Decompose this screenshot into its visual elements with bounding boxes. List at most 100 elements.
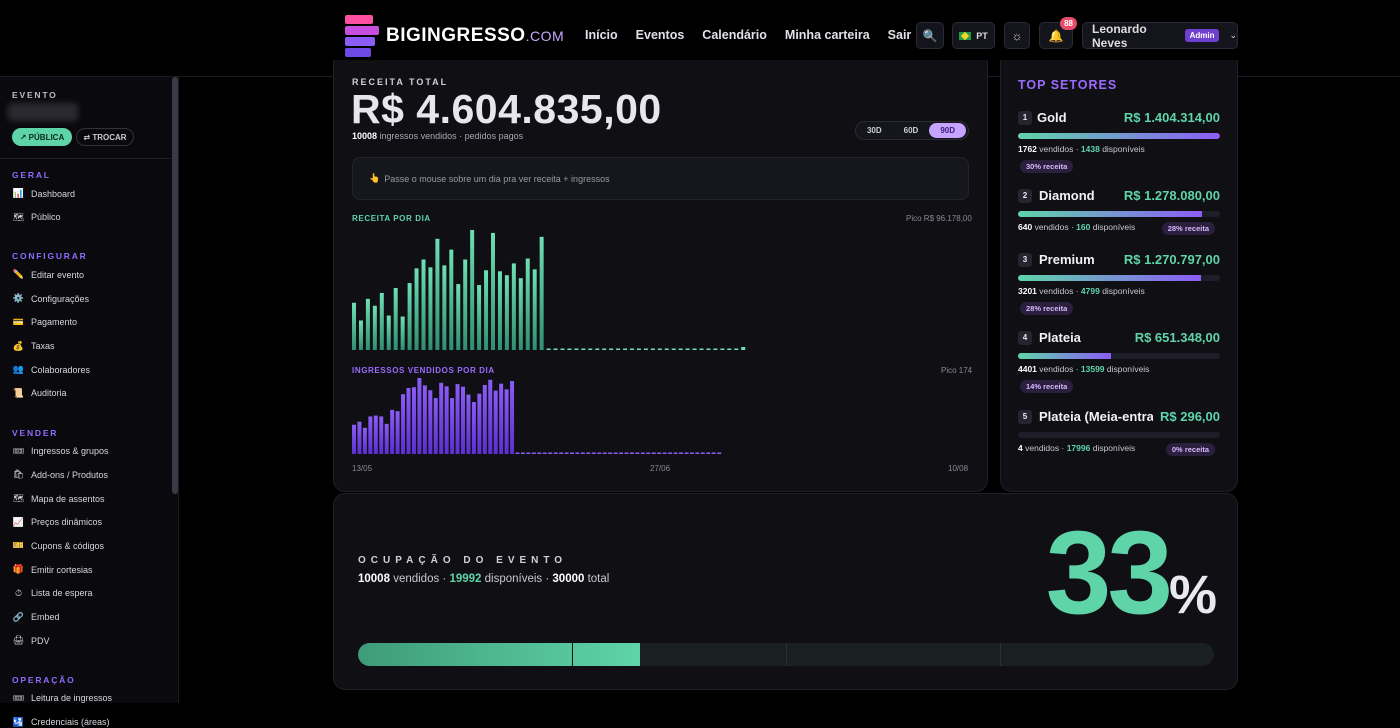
revenue-bar[interactable] [532, 269, 537, 350]
revenue-bar[interactable] [692, 348, 697, 351]
tickets-bar[interactable] [461, 386, 465, 454]
revenue-bar[interactable] [414, 268, 419, 350]
revenue-bar-chart[interactable] [352, 228, 970, 352]
tickets-bar[interactable] [619, 452, 624, 455]
tickets-bar[interactable] [668, 452, 673, 455]
revenue-bar[interactable] [435, 238, 440, 350]
sidebar-item[interactable]: 💰 Taxas [12, 341, 55, 352]
tickets-bar[interactable] [559, 452, 564, 455]
tickets-bar[interactable] [591, 452, 596, 455]
tickets-bar[interactable] [439, 382, 444, 454]
sidebar-item[interactable]: 🎫 Cupons & códigos [12, 540, 104, 551]
revenue-bar[interactable] [664, 348, 669, 351]
range-60d[interactable]: 60D [893, 126, 930, 135]
tickets-bar[interactable] [717, 452, 722, 455]
tickets-bar[interactable] [504, 389, 509, 454]
tickets-bar[interactable] [586, 452, 591, 455]
tickets-bar[interactable] [548, 452, 553, 455]
tickets-bar[interactable] [695, 452, 700, 455]
tickets-bar[interactable] [406, 388, 411, 454]
tickets-bar[interactable] [384, 423, 389, 454]
revenue-bar[interactable] [567, 348, 572, 351]
range-30d[interactable]: 30D [856, 126, 893, 135]
tickets-bar[interactable] [482, 384, 487, 454]
revenue-bar[interactable] [352, 302, 356, 350]
tickets-bar[interactable] [651, 452, 656, 455]
theme-toggle[interactable]: ☼ [1004, 22, 1030, 49]
nav-calendario[interactable]: Calendário [702, 28, 767, 42]
sidebar-item[interactable]: 🗺 Público [12, 212, 61, 223]
tickets-bar[interactable] [575, 452, 580, 455]
tickets-bar[interactable] [362, 427, 367, 454]
tickets-bar[interactable] [602, 452, 607, 455]
revenue-bar[interactable] [546, 348, 551, 351]
revenue-bar[interactable] [539, 236, 544, 350]
revenue-bar[interactable] [358, 320, 363, 350]
tickets-bar[interactable] [531, 452, 536, 455]
revenue-bar[interactable] [699, 348, 704, 351]
tickets-bar[interactable] [537, 452, 542, 455]
revenue-bar[interactable] [678, 348, 683, 351]
tickets-bar[interactable] [613, 452, 618, 455]
nav-eventos[interactable]: Eventos [636, 28, 685, 42]
sidebar-item[interactable]: 🖨 PDV [12, 635, 50, 646]
revenue-bar[interactable] [602, 348, 607, 351]
tickets-bar[interactable] [662, 452, 667, 455]
tickets-bar[interactable] [515, 452, 520, 455]
brand-logo[interactable]: BIGINGRESSO.COM [345, 15, 564, 57]
tickets-bar[interactable] [580, 452, 585, 455]
revenue-bar[interactable] [553, 348, 558, 351]
tickets-bar[interactable] [395, 411, 400, 454]
tickets-bar[interactable] [390, 409, 395, 454]
revenue-bar[interactable] [477, 285, 482, 350]
revenue-bar[interactable] [393, 288, 398, 350]
language-button[interactable]: PT [952, 22, 995, 49]
revenue-bar[interactable] [581, 348, 586, 351]
tickets-bar[interactable] [450, 398, 455, 454]
revenue-bar[interactable] [372, 305, 377, 350]
range-90d[interactable]: 90D [929, 123, 967, 138]
revenue-bar[interactable] [706, 348, 711, 351]
revenue-bar[interactable] [518, 278, 523, 350]
sidebar-item[interactable]: 🎁 Emitir cortesias [12, 564, 93, 575]
tickets-bar[interactable] [597, 452, 602, 455]
revenue-bar[interactable] [671, 348, 676, 351]
tickets-bar[interactable] [510, 381, 515, 454]
nav-inicio[interactable]: Início [585, 28, 618, 42]
tickets-bar-chart[interactable] [352, 378, 970, 456]
revenue-bar[interactable] [456, 284, 461, 350]
tickets-bar[interactable] [635, 452, 640, 455]
revenue-bar[interactable] [595, 348, 600, 351]
publica-button[interactable]: ↗ PÚBLICA [12, 128, 72, 146]
tickets-bar[interactable] [679, 452, 683, 455]
tickets-bar[interactable] [455, 384, 460, 454]
revenue-bar[interactable] [421, 259, 426, 350]
tickets-bar[interactable] [542, 452, 547, 455]
sidebar-item[interactable]: 🛍 Add-ons / Produtos [12, 469, 108, 480]
notifications-button[interactable]: 🔔 88 [1039, 17, 1077, 49]
revenue-bar[interactable] [497, 271, 502, 350]
tickets-bar[interactable] [570, 452, 574, 455]
sidebar-item[interactable]: 📜 Auditoria [12, 388, 67, 399]
revenue-bar[interactable] [400, 316, 405, 350]
tickets-bar[interactable] [706, 452, 711, 455]
sidebar-item[interactable]: ✏️ Editar evento [12, 269, 84, 280]
tickets-bar[interactable] [646, 452, 651, 455]
revenue-bar[interactable] [511, 263, 516, 350]
tickets-bar[interactable] [488, 379, 493, 454]
sidebar-item[interactable]: 📊 Dashboard [12, 188, 75, 199]
tickets-bar[interactable] [689, 452, 694, 455]
tickets-bar[interactable] [640, 452, 645, 455]
user-menu[interactable]: Leonardo Neves Admin ⌄ [1082, 22, 1238, 50]
tickets-bar[interactable] [493, 390, 498, 454]
sidebar-item[interactable]: ⏱ Lista de espera [12, 588, 93, 599]
tickets-bar[interactable] [673, 452, 678, 455]
sidebar-item[interactable]: 🎟 Leitura de ingressos [12, 693, 112, 704]
revenue-bar[interactable] [491, 232, 495, 350]
tickets-bar[interactable] [477, 393, 482, 454]
trocar-button[interactable]: ⇄ TROCAR [76, 128, 134, 146]
sidebar-item[interactable]: ⚙️ Configurações [12, 293, 89, 304]
revenue-bar[interactable] [650, 348, 655, 351]
tickets-bar[interactable] [352, 424, 356, 454]
tickets-bar[interactable] [368, 416, 373, 454]
